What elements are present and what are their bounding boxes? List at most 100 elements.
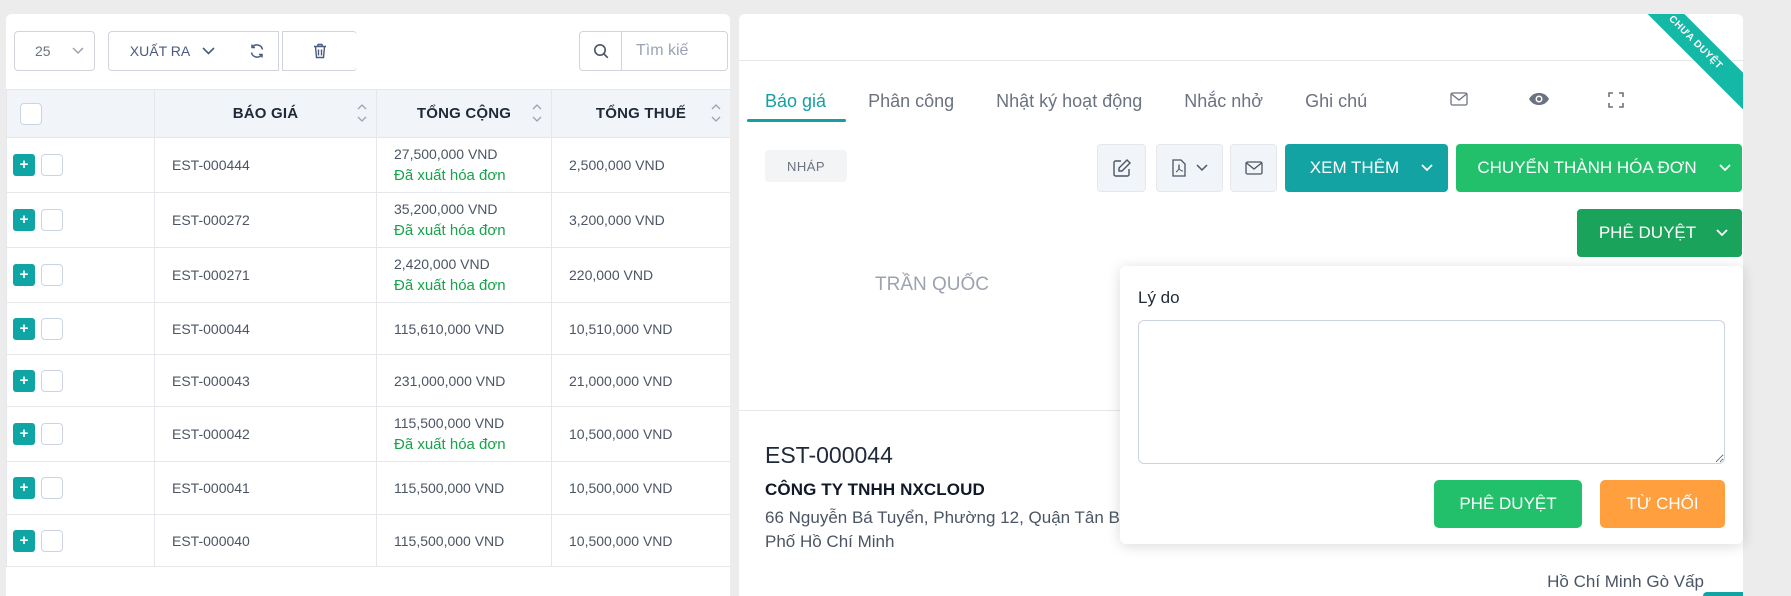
more-button[interactable]: XEM THÊM [1285,144,1448,192]
pdf-icon [1171,159,1186,177]
company-address-line: Phố Hồ Chí Minh [765,532,895,551]
reject-button[interactable]: TỪ CHỐI [1600,480,1725,528]
estimate-code[interactable]: EST-000271 [154,247,377,303]
row-select-cell: + [6,406,155,462]
convert-to-invoice-button[interactable]: CHUYỂN THÀNH HÓA ĐƠN [1456,144,1742,192]
expand-row-button[interactable]: + [13,209,35,231]
ship-to-location: Hồ Chí Minh Gò Vấp [1547,572,1704,591]
tab-reminders[interactable]: Nhắc nhở [1184,91,1263,118]
table-row[interactable]: + EST-000272 35,200,000 VND Đã xuất hóa … [6,192,730,248]
approval-status-ribbon: CHƯA DUYỆT [1615,14,1743,123]
expand-row-button[interactable]: + [13,264,35,286]
tab-activity-log[interactable]: Nhật ký hoạt động [996,91,1142,118]
row-checkbox[interactable] [41,264,63,286]
total-amount: 115,610,000 VND [394,320,505,337]
row-checkbox[interactable] [41,369,63,392]
page-size-value: 25 [35,43,51,59]
tax-amount: 10,500,000 VND [551,514,730,567]
select-all-header [6,89,155,138]
expand-row-button[interactable]: + [13,369,35,392]
tab-email[interactable] [1450,92,1468,106]
more-label: XEM THÊM [1309,158,1400,177]
total-cell: 2,420,000 VND Đã xuất hóa đơn [376,247,552,303]
refresh-button[interactable] [236,31,279,71]
total-cell: 231,000,000 VND [376,354,552,407]
refresh-icon [250,44,264,58]
tax-amount: 10,510,000 VND [551,302,730,355]
approve-menu-label: PHÊ DUYỆT [1598,223,1697,242]
tab-assignment[interactable]: Phân công [868,91,954,118]
total-amount: 231,000,000 VND [394,372,506,389]
tab-view[interactable] [1528,92,1550,106]
send-email-button[interactable] [1230,144,1277,192]
tax-amount: 10,500,000 VND [551,461,730,515]
table-row[interactable]: + EST-000042 115,500,000 VND Đã xuất hóa… [6,406,730,462]
pdf-button[interactable] [1156,144,1223,192]
estimate-number: EST-000044 [765,442,893,468]
row-checkbox[interactable] [41,209,63,231]
table-header-row: BÁO GIÁ TỔNG CỘNG TỔNG THUẾ [6,89,730,138]
chevron-down-icon [1421,164,1433,172]
table-row[interactable]: + EST-000444 27,500,000 VND Đã xuất hóa … [6,137,730,193]
row-checkbox[interactable] [41,529,63,552]
tab-notes[interactable]: Ghi chú [1305,91,1367,118]
export-label: XUẤT RA [129,43,191,59]
estimate-code[interactable]: EST-000041 [154,461,377,515]
sort-icon [711,104,721,122]
total-amount: 115,500,000 VND [394,532,505,549]
row-checkbox[interactable] [41,423,63,445]
estimate-code[interactable]: EST-000040 [154,514,377,567]
column-header-total[interactable]: TỔNG CỘNG [376,89,552,138]
table-row[interactable]: + EST-000041 115,500,000 VND 10,500,000 … [6,461,730,515]
table-row[interactable]: + EST-000043 231,000,000 VND 21,000,000 … [6,354,730,407]
approve-dropdown-button[interactable]: PHÊ DUYỆT [1577,209,1742,257]
column-header-estimate[interactable]: BÁO GIÁ [154,89,377,138]
row-checkbox[interactable] [41,317,63,340]
column-header-tax[interactable]: TỔNG THUẾ [551,89,730,138]
search-input[interactable] [622,33,722,69]
expand-row-button[interactable]: + [13,529,35,552]
sort-icon [357,104,367,122]
expand-row-button[interactable]: + [13,154,35,176]
page-size-select[interactable]: 25 [14,31,95,71]
row-checkbox[interactable] [41,154,63,176]
estimate-code[interactable]: EST-000042 [154,406,377,462]
total-cell: 115,500,000 VND [376,461,552,515]
delete-button[interactable] [282,31,357,71]
invoiced-status: Đã xuất hóa đơn [394,277,506,294]
estimate-code[interactable]: EST-000043 [154,354,377,407]
edit-icon [1112,159,1131,177]
row-select-cell: + [6,137,155,193]
edit-button[interactable] [1097,144,1146,192]
expand-row-button[interactable]: + [13,423,35,445]
envelope-icon [1244,161,1263,175]
scroll-top-button[interactable] [1703,592,1743,596]
export-button[interactable]: XUẤT RA [108,31,237,71]
table-row[interactable]: + EST-000271 2,420,000 VND Đã xuất hóa đ… [6,247,730,303]
total-cell: 27,500,000 VND Đã xuất hóa đơn [376,137,552,193]
chevron-down-icon [1718,164,1731,172]
total-amount: 115,500,000 VND [394,480,505,496]
invoiced-status: Đã xuất hóa đơn [394,222,506,239]
row-select-cell: + [6,302,155,355]
reason-textarea[interactable] [1138,320,1725,464]
expand-row-button[interactable]: + [13,317,35,340]
tab-fullscreen[interactable] [1608,92,1624,108]
total-cell: 35,200,000 VND Đã xuất hóa đơn [376,192,552,248]
table-row[interactable]: + EST-000040 115,500,000 VND 10,500,000 … [6,514,730,567]
expand-row-button[interactable]: + [13,477,35,499]
table-row[interactable]: + EST-000044 115,610,000 VND 10,510,000 … [6,302,730,355]
row-select-cell: + [6,514,155,567]
approve-button[interactable]: PHÊ DUYỆT [1434,480,1582,528]
eye-icon [1529,93,1549,105]
tab-estimate[interactable]: Báo giá [746,91,847,122]
tax-amount: 2,500,000 VND [551,137,730,193]
row-checkbox[interactable] [41,477,63,499]
estimate-code[interactable]: EST-000272 [154,192,377,248]
estimate-code[interactable]: EST-000444 [154,137,377,193]
sort-icon [532,104,542,122]
estimate-code[interactable]: EST-000044 [154,302,377,355]
detail-tabs: Báo giá Phân công Nhật ký hoạt động Nhắc… [746,86,1409,122]
select-all-checkbox[interactable] [20,102,42,125]
search-icon[interactable] [580,32,622,70]
